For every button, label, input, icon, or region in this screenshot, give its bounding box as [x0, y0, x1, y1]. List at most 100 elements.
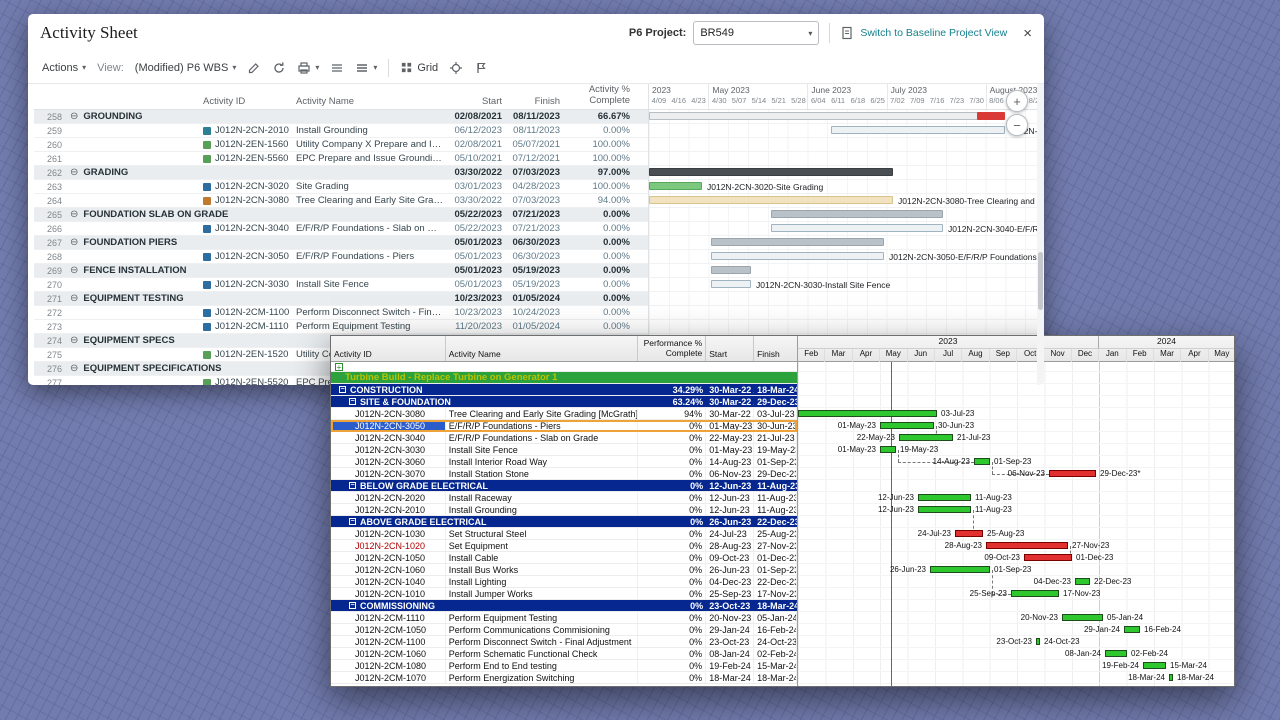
wbs-group-row[interactable]: 271⊖EQUIPMENT TESTING10/23/202301/05/202… — [34, 292, 648, 306]
gantt-bar[interactable] — [649, 112, 1005, 120]
flag-icon[interactable] — [474, 61, 488, 75]
gantt-bar[interactable] — [880, 422, 934, 429]
activity-row[interactable]: J012N-2CN-2020Install Raceway0%12-Jun-23… — [331, 492, 797, 504]
collapse-icon[interactable]: ⊖ — [70, 293, 78, 304]
gantt-bar[interactable] — [974, 458, 990, 465]
column-header-percent-complete[interactable]: Activity %Complete — [564, 85, 634, 107]
gantt-bar[interactable] — [930, 566, 990, 573]
collapse-icon[interactable]: ⊖ — [70, 335, 78, 346]
activity-row[interactable]: J012N-2CN-2010Install Grounding0%12-Jun-… — [331, 504, 797, 516]
gantt-bar[interactable] — [711, 266, 751, 274]
activity-row[interactable]: J012N-2CN-3060Install Interior Road Way0… — [331, 456, 797, 468]
collapse-icon[interactable]: − — [339, 386, 346, 393]
activity-row[interactable]: 261J012N-2EN-5560EPC Prepare and Issue G… — [34, 152, 648, 166]
activity-row[interactable]: J012N-2CM-1110Perform Equipment Testing0… — [331, 612, 797, 624]
pro-gantt-timescale[interactable]: 2023 2024 FebMarAprMayJunJulAugSepOctNov… — [798, 336, 1234, 362]
activity-row[interactable]: J012N-2CN-3040E/F/R/P Foundations - Slab… — [331, 432, 797, 444]
activity-row[interactable]: J012N-2CN-3050E/F/R/P Foundations - Pier… — [331, 420, 797, 432]
collapse-icon[interactable]: ⊖ — [70, 111, 78, 122]
gantt-bar[interactable] — [771, 224, 943, 232]
wbs-band-row[interactable]: −ABOVE GRADE ELECTRICAL0%26-Jun-2322-Dec… — [331, 516, 797, 528]
gantt-bar[interactable] — [711, 238, 884, 246]
activity-row[interactable]: 270J012N-2CN-3030Install Site Fence05/01… — [34, 278, 648, 292]
activity-row[interactable]: 263J012N-2CN-3020Site Grading03/01/20230… — [34, 180, 648, 194]
project-row[interactable]: Turbine Build - Replace Turbine on Gener… — [331, 372, 797, 384]
activity-row[interactable]: 266J012N-2CN-3040E/F/R/P Foundations - S… — [34, 222, 648, 236]
vertical-scrollbar[interactable] — [1037, 84, 1044, 385]
collapse-icon[interactable]: − — [349, 482, 356, 489]
column-header-start[interactable]: Start — [706, 336, 754, 361]
wbs-group-row[interactable]: 267⊖FOUNDATION PIERS05/01/202306/30/2023… — [34, 236, 648, 250]
activity-row[interactable]: J012N-2CN-1010Install Jumper Works0%25-S… — [331, 588, 797, 600]
actions-menu[interactable]: Actions▾ — [42, 62, 86, 74]
collapse-icon[interactable]: − — [349, 602, 356, 609]
refresh-icon[interactable] — [272, 61, 286, 75]
activity-row[interactable]: J012N-2CN-1020Set Equipment0%28-Aug-2327… — [331, 540, 797, 552]
wbs-group-row[interactable]: 265⊖FOUNDATION SLAB ON GRADE05/22/202307… — [34, 208, 648, 222]
critical-gantt-bar[interactable] — [1024, 554, 1072, 561]
gantt-bar[interactable] — [831, 126, 1005, 134]
activity-row[interactable]: 272J012N-2CM-1100Perform Disconnect Swit… — [34, 306, 648, 320]
activity-row[interactable]: 268J012N-2CN-3050E/F/R/P Foundations - P… — [34, 250, 648, 264]
project-select[interactable]: BR549 ▾ — [693, 21, 819, 45]
close-icon[interactable]: × — [1023, 26, 1032, 41]
critical-gantt-bar[interactable] — [1049, 470, 1096, 477]
gantt-bar[interactable] — [1075, 578, 1090, 585]
collapse-icon[interactable]: − — [349, 518, 356, 525]
gantt-bar[interactable] — [899, 434, 953, 441]
column-header-finish[interactable]: Finish — [754, 336, 797, 361]
gantt-bar[interactable] — [1036, 638, 1040, 645]
switch-baseline-link[interactable]: Switch to Baseline Project View — [860, 27, 1007, 39]
collapse-icon[interactable]: ⊖ — [70, 209, 78, 220]
wbs-band-row[interactable]: −BELOW GRADE ELECTRICAL0%12-Jun-2311-Aug… — [331, 480, 797, 492]
view-select[interactable]: (Modified) P6 WBS▾ — [135, 62, 237, 74]
menu-button[interactable]: ▾ — [355, 61, 377, 75]
gantt-bar[interactable] — [1169, 674, 1173, 681]
scrollbar-thumb[interactable] — [1038, 252, 1043, 310]
activity-row[interactable]: 264J012N-2CN-3080Tree Clearing and Early… — [34, 194, 648, 208]
crosshair-icon[interactable] — [449, 61, 463, 75]
activity-row[interactable]: J012N-2CM-1050Perform Communications Com… — [331, 624, 797, 636]
gantt-bar[interactable] — [1011, 590, 1059, 597]
collapse-icon[interactable]: ⊖ — [70, 363, 78, 374]
activity-row[interactable]: 260J012N-2EN-1560Utility Company X Prepa… — [34, 138, 648, 152]
wbs-group-row[interactable]: 262⊖GRADING03/30/202207/03/202397.00% — [34, 166, 648, 180]
row-height-icon[interactable] — [330, 61, 344, 75]
sheet-gantt-timescale[interactable]: 20234/094/164/23May 20234/305/075/145/21… — [649, 84, 1044, 110]
gantt-bar[interactable] — [1105, 650, 1127, 657]
wbs-group-row[interactable]: 258⊖GROUNDING02/08/202108/11/202366.67% — [34, 110, 648, 124]
gantt-bar[interactable] — [798, 410, 937, 417]
gantt-bar[interactable] — [880, 446, 896, 453]
zoom-out-button[interactable]: − — [1006, 114, 1028, 136]
wbs-band-row[interactable]: −SITE & FOUNDATION63.24%30-Mar-22 A29-De… — [331, 396, 797, 408]
activity-row[interactable]: 273J012N-2CM-1110Perform Equipment Testi… — [34, 320, 648, 334]
activity-row[interactable]: J012N-2CN-1060Install Bus Works0%26-Jun-… — [331, 564, 797, 576]
baseline-document-icon[interactable] — [840, 26, 854, 40]
gantt-bar[interactable] — [1143, 662, 1166, 669]
collapse-icon[interactable]: ⊖ — [70, 265, 78, 276]
gantt-bar[interactable] — [711, 252, 884, 260]
gantt-bar[interactable] — [918, 494, 971, 501]
zoom-in-button[interactable]: + — [1006, 90, 1028, 112]
collapsed-row[interactable]: + — [331, 362, 797, 372]
gantt-bar[interactable] — [771, 210, 943, 218]
gantt-bar[interactable] — [977, 112, 1005, 120]
column-header-activity-id[interactable]: Activity ID — [331, 336, 446, 361]
activity-row[interactable]: 259J012N-2CN-2010Install Grounding06/12/… — [34, 124, 648, 138]
gantt-bar[interactable] — [1062, 614, 1103, 621]
gantt-bar[interactable] — [918, 506, 971, 513]
wbs-band-row[interactable]: −CONSTRUCTION34.29%30-Mar-22 A18-Mar-24 — [331, 384, 797, 396]
activity-row[interactable]: J012N-2CN-1050Install Cable0%09-Oct-2301… — [331, 552, 797, 564]
gantt-bar[interactable] — [711, 280, 751, 288]
expand-icon[interactable]: + — [335, 363, 343, 371]
collapse-icon[interactable]: − — [349, 398, 356, 405]
activity-row[interactable]: J012N-2CM-1100Perform Disconnect Switch … — [331, 636, 797, 648]
gantt-bar[interactable] — [1124, 626, 1140, 633]
wbs-group-row[interactable]: 269⊖FENCE INSTALLATION05/01/202305/19/20… — [34, 264, 648, 278]
column-header-activity-name[interactable]: Activity Name — [292, 96, 448, 107]
activity-row[interactable]: J012N-2CN-1040Install Lighting0%04-Dec-2… — [331, 576, 797, 588]
activity-row[interactable]: J012N-2CM-1080Perform End to End testing… — [331, 660, 797, 672]
activity-row[interactable]: J012N-2CN-3030Install Site Fence0%01-May… — [331, 444, 797, 456]
wbs-band-row[interactable]: −COMMISSIONING0%23-Oct-2318-Mar-24 — [331, 600, 797, 612]
gantt-bar[interactable] — [649, 168, 893, 176]
